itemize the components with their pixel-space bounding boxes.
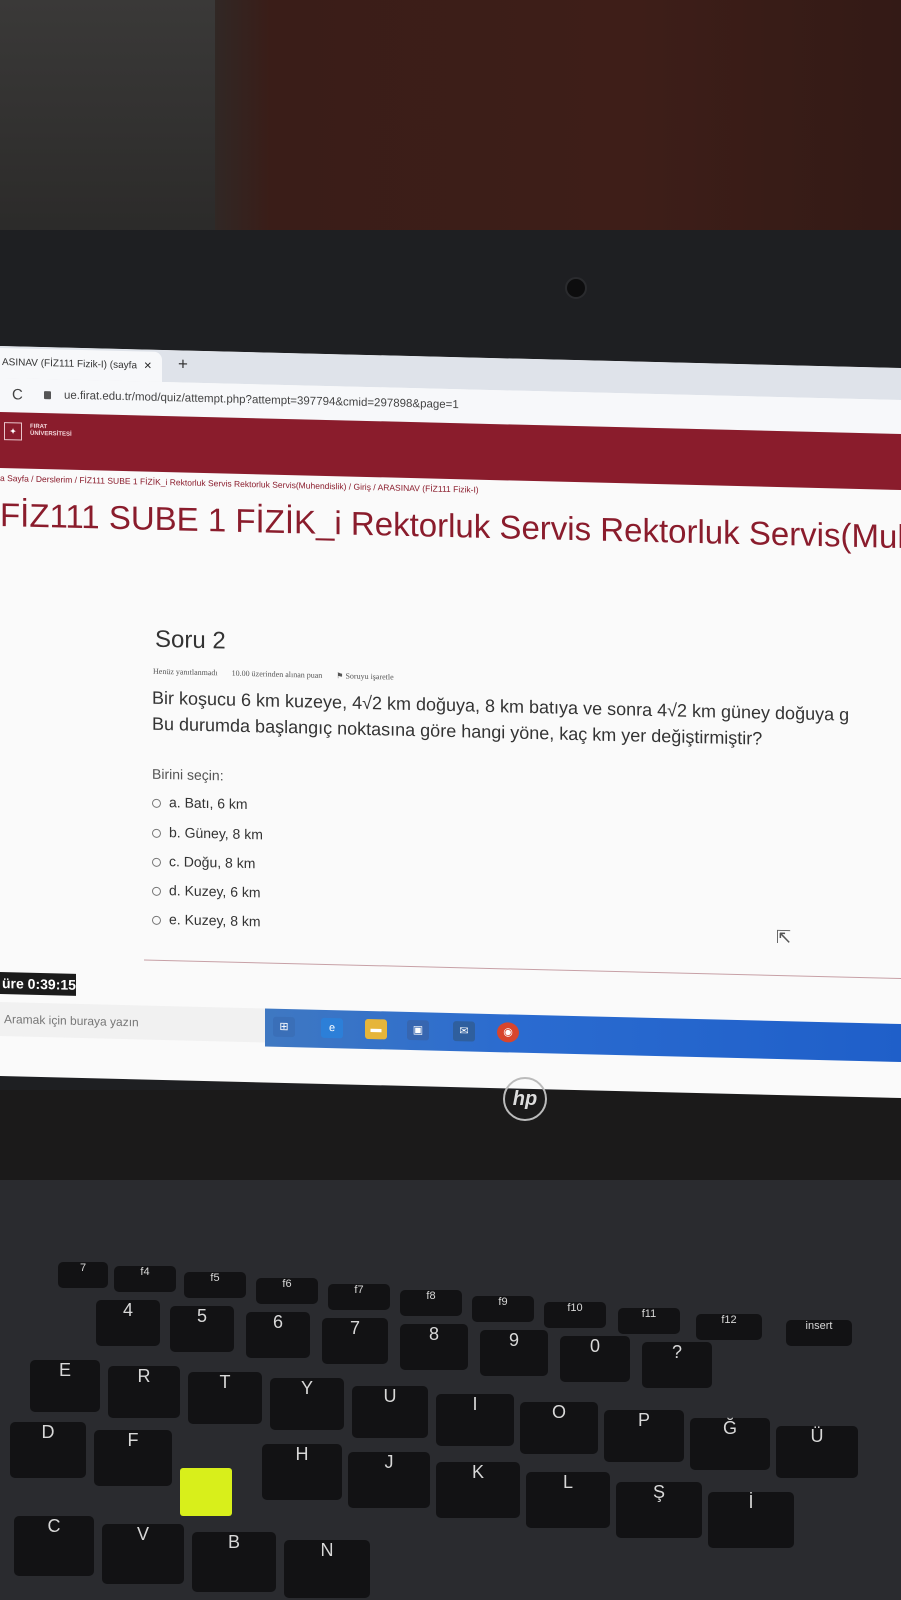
mouse-cursor-icon: ⇱: [776, 926, 792, 948]
key-7[interactable]: 7: [322, 1318, 388, 1364]
laptop-screen: ASINAV (FİZ111 Fizik-I) (sayfa × + C ue.…: [0, 346, 901, 1099]
webcam: [565, 277, 587, 299]
option-e[interactable]: e. Kuzey, 8 km: [152, 911, 261, 929]
key-u[interactable]: U: [352, 1386, 428, 1438]
file-explorer-icon[interactable]: ▬: [365, 1018, 387, 1040]
task-view-icon[interactable]: ⊞: [273, 1016, 295, 1038]
new-tab-button[interactable]: +: [178, 354, 188, 374]
option-d[interactable]: d. Kuzey, 6 km: [152, 882, 261, 900]
lock-icon: [44, 391, 51, 400]
key-question[interactable]: ?: [642, 1342, 712, 1388]
key-f7[interactable]: f7: [328, 1284, 390, 1310]
key-5[interactable]: 5: [170, 1306, 234, 1352]
sticker-on-key: [180, 1468, 232, 1516]
key-p[interactable]: P: [604, 1410, 684, 1462]
radio-icon[interactable]: [152, 798, 161, 808]
key-s-cedilla[interactable]: Ş: [616, 1482, 702, 1538]
quiz-timer: üre 0:39:15: [0, 972, 76, 996]
question-status: Henüz yanıtlanmadı: [153, 666, 218, 678]
key-f4[interactable]: f4: [114, 1266, 176, 1292]
key-k[interactable]: K: [436, 1462, 520, 1518]
question-title: Soru 2: [155, 625, 226, 655]
university-logo-icon[interactable]: ✦: [4, 422, 22, 441]
taskbar: ⊞ e ▬ ▣ ✉ ◉: [265, 1008, 901, 1063]
key-e[interactable]: E: [30, 1360, 100, 1412]
hp-logo: hp: [503, 1077, 547, 1121]
search-input[interactable]: Aramak için buraya yazın: [4, 1012, 139, 1029]
key-f6[interactable]: f6: [256, 1278, 318, 1304]
option-c[interactable]: c. Doğu, 8 km: [152, 853, 255, 871]
key-r[interactable]: R: [108, 1366, 180, 1418]
key-d[interactable]: D: [10, 1422, 86, 1478]
key-u-umlaut[interactable]: Ü: [776, 1426, 858, 1478]
key-l[interactable]: L: [526, 1472, 610, 1528]
key-h[interactable]: H: [262, 1444, 342, 1500]
key-f3[interactable]: 7: [58, 1262, 108, 1288]
key-4[interactable]: 4: [96, 1300, 160, 1346]
close-icon[interactable]: ×: [144, 358, 152, 373]
key-f12[interactable]: f12: [696, 1314, 762, 1340]
university-logo-text: FIRAT ÜNİVERSİTESİ: [30, 423, 72, 438]
mail-icon[interactable]: ✉: [453, 1021, 475, 1042]
option-a[interactable]: a. Batı, 6 km: [152, 794, 248, 812]
key-insert[interactable]: insert: [786, 1320, 852, 1346]
reload-icon[interactable]: C: [12, 386, 23, 403]
key-i-dot[interactable]: İ: [708, 1492, 794, 1548]
divider: [144, 959, 901, 980]
url-field[interactable]: ue.firat.edu.tr/mod/quiz/attempt.php?att…: [64, 390, 459, 412]
key-9[interactable]: 9: [480, 1330, 548, 1376]
radio-icon[interactable]: [152, 915, 161, 925]
radio-icon[interactable]: [152, 886, 161, 896]
tab-title: ASINAV (FİZ111 Fizik-I) (sayfa: [2, 357, 138, 372]
key-f10[interactable]: f10: [544, 1302, 606, 1328]
edge-icon[interactable]: e: [321, 1017, 343, 1039]
key-f5[interactable]: f5: [184, 1272, 246, 1298]
key-n[interactable]: N: [284, 1540, 370, 1598]
question-text: Bir koşucu 6 km kuzeye, 4√2 km doğuya, 8…: [152, 687, 850, 749]
key-y[interactable]: Y: [270, 1378, 344, 1430]
key-g-breve[interactable]: Ğ: [690, 1418, 770, 1470]
radio-icon[interactable]: [152, 828, 161, 838]
key-8[interactable]: 8: [400, 1324, 468, 1370]
question-meta: Henüz yanıtlanmadı 10.00 üzerinden alına…: [153, 667, 418, 682]
option-b[interactable]: b. Güney, 8 km: [152, 824, 263, 842]
key-f11[interactable]: f11: [618, 1308, 680, 1334]
key-b[interactable]: B: [192, 1532, 276, 1592]
flag-question-link[interactable]: ⚑ Soruyu işaretle: [336, 671, 405, 682]
key-c[interactable]: C: [14, 1516, 94, 1576]
taskbar-search[interactable]: Aramak için buraya yazın: [0, 1002, 265, 1043]
choose-label: Birini seçin:: [152, 765, 224, 784]
key-j[interactable]: J: [348, 1452, 430, 1508]
key-f8[interactable]: f8: [400, 1290, 462, 1316]
question-points: 10.00 üzerinden alınan puan: [231, 668, 323, 680]
key-t[interactable]: T: [188, 1372, 262, 1424]
key-f[interactable]: F: [94, 1430, 172, 1486]
radio-icon[interactable]: [152, 857, 161, 867]
key-o[interactable]: O: [520, 1402, 598, 1454]
key-i[interactable]: I: [436, 1394, 514, 1446]
chrome-icon[interactable]: ◉: [497, 1022, 519, 1043]
key-v[interactable]: V: [102, 1524, 184, 1584]
store-icon[interactable]: ▣: [407, 1019, 429, 1041]
key-6[interactable]: 6: [246, 1312, 310, 1358]
key-0[interactable]: 0: [560, 1336, 630, 1382]
background-wall-left: [0, 0, 215, 240]
browser-tab[interactable]: ASINAV (FİZ111 Fizik-I) (sayfa ×: [0, 348, 162, 382]
key-f9[interactable]: f9: [472, 1296, 534, 1322]
page-title: FİZ111 SUBE 1 FİZİK_i Rektorluk Servis R…: [0, 496, 901, 556]
